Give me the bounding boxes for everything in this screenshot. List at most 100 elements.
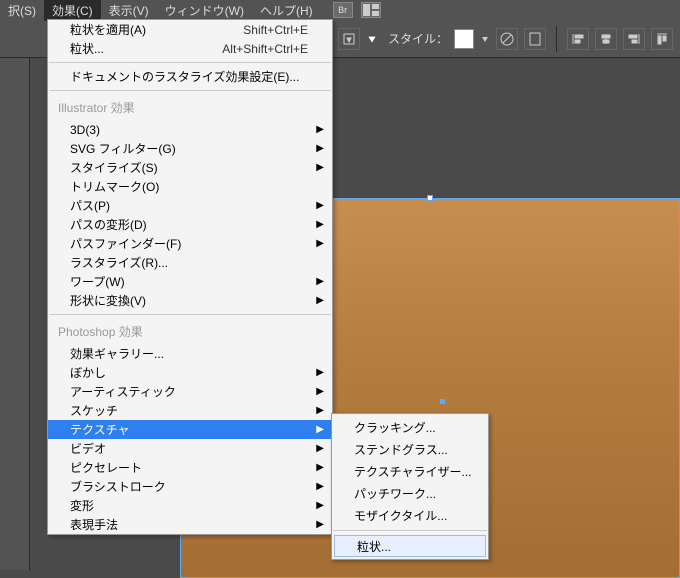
menu-window[interactable]: ウィンドウ(W): [157, 0, 252, 21]
menu-item-label: ワープ(W): [70, 273, 125, 290]
menu-shortcut: Alt+Shift+Ctrl+E: [222, 42, 308, 56]
menu-item-label: スケッチ: [70, 402, 118, 419]
illustrator-effects-header: Illustrator 効果: [48, 95, 332, 120]
menu-item-label: 効果ギャラリー...: [70, 345, 164, 362]
submenu-arrow-icon: ▶: [316, 386, 324, 397]
no-style-icon[interactable]: [496, 28, 518, 50]
texture-submenu-item[interactable]: 粒状...: [334, 535, 486, 557]
menu-item-label: ピクセレート: [70, 459, 142, 476]
menu-item-label: 粒状...: [357, 538, 391, 555]
submenu-arrow-icon: ▶: [316, 500, 324, 511]
menu-item-label: 形状に変換(V): [70, 292, 146, 309]
illustrator-item[interactable]: ワープ(W) ▶: [48, 272, 332, 291]
menu-item-label: ぼかし: [70, 364, 106, 381]
menu-item-label: テクスチャ: [70, 421, 130, 438]
texture-submenu-item[interactable]: モザイクタイル...: [332, 504, 488, 526]
menu-item-label: 表現手法: [70, 516, 118, 533]
doc-picker-icon[interactable]: [338, 28, 360, 50]
illustrator-item[interactable]: ラスタライズ(R)...: [48, 253, 332, 272]
menu-item-label: トリムマーク(O): [70, 178, 159, 195]
menu-item-label: ラスタライズ(R)...: [70, 254, 168, 271]
menu-item-label: パッチワーク...: [354, 485, 436, 502]
illustrator-item[interactable]: 形状に変換(V) ▶: [48, 291, 332, 310]
document-setup-icon[interactable]: [524, 28, 546, 50]
submenu-arrow-icon: ▶: [316, 295, 324, 306]
menu-item-label: ステンドグラス...: [354, 441, 448, 458]
submenu-arrow-icon: ▶: [316, 276, 324, 287]
menubar: 択(S) 効果(C) 表示(V) ウィンドウ(W) ヘルプ(H) Br: [0, 0, 680, 20]
style-label: スタイル：: [388, 30, 448, 47]
menu-separator: [49, 62, 331, 63]
dropdown-arrow-icon[interactable]: [480, 34, 490, 44]
illustrator-item[interactable]: 3D(3)▶: [48, 120, 332, 139]
submenu-arrow-icon: ▶: [316, 200, 324, 211]
illustrator-item[interactable]: スタイライズ(S) ▶: [48, 158, 332, 177]
submenu-arrow-icon: ▶: [316, 462, 324, 473]
photoshop-item[interactable]: ビデオ ▶: [48, 439, 332, 458]
texture-submenu: クラッキング... ステンドグラス... テクスチャライザー... パッチワーク...…: [331, 413, 489, 560]
texture-submenu-item[interactable]: テクスチャライザー...: [332, 460, 488, 482]
photoshop-item[interactable]: スケッチ▶: [48, 401, 332, 420]
photoshop-item[interactable]: ブラシストローク ▶: [48, 477, 332, 496]
menu-item-label: テクスチャライザー...: [354, 463, 472, 480]
selection-handle-top[interactable]: [427, 195, 433, 201]
photoshop-item[interactable]: 表現手法 ▶: [48, 515, 332, 534]
menu-shortcut: Shift+Ctrl+E: [243, 23, 308, 37]
menu-item-label: スタイライズ(S): [70, 159, 158, 176]
menu-view[interactable]: 表示(V): [101, 0, 157, 21]
menu-item-label: 粒状...: [70, 40, 104, 57]
left-tool-rail: [0, 58, 30, 570]
submenu-arrow-icon: ▶: [316, 124, 324, 135]
menu-raster-settings[interactable]: ドキュメントのラスタライズ効果設定(E)...: [48, 67, 332, 86]
menu-item-label: クラッキング...: [354, 419, 436, 436]
menu-item-label: 粒状を適用(A): [70, 21, 146, 38]
menu-help[interactable]: ヘルプ(H): [252, 0, 321, 21]
illustrator-item[interactable]: トリムマーク(O): [48, 177, 332, 196]
dropdown-arrow-icon[interactable]: [366, 33, 378, 45]
submenu-arrow-icon: ▶: [316, 481, 324, 492]
photoshop-item[interactable]: ぼかし ▶: [48, 363, 332, 382]
menu-item-label: アーティスティック: [70, 383, 176, 400]
photoshop-item[interactable]: アーティスティック ▶: [48, 382, 332, 401]
menu-item-label: ドキュメントのラスタライズ効果設定(E)...: [70, 68, 299, 85]
anchor-point[interactable]: [440, 399, 445, 404]
menu-separator: [49, 314, 331, 315]
illustrator-item[interactable]: パスの変形(D) ▶: [48, 215, 332, 234]
menu-item-label: ブラシストローク: [70, 478, 166, 495]
menu-item-label: パス(P): [70, 197, 110, 214]
menu-item-label: パスの変形(D): [70, 216, 147, 233]
illustrator-item[interactable]: パス(P) ▶: [48, 196, 332, 215]
submenu-arrow-icon: ▶: [316, 238, 324, 249]
arrange-docs-icon[interactable]: [361, 2, 381, 18]
texture-submenu-item[interactable]: クラッキング...: [332, 416, 488, 438]
align-center-h-icon[interactable]: [595, 28, 617, 50]
photoshop-item[interactable]: テクスチャ▶: [48, 420, 332, 439]
texture-submenu-item[interactable]: パッチワーク...: [332, 482, 488, 504]
menu-item-label: ビデオ: [70, 440, 106, 457]
menu-item-label: 変形: [70, 497, 94, 514]
submenu-arrow-icon: ▶: [316, 519, 324, 530]
submenu-arrow-icon: ▶: [316, 219, 324, 230]
photoshop-item[interactable]: 効果ギャラリー...: [48, 344, 332, 363]
submenu-arrow-icon: ▶: [316, 367, 324, 378]
menu-item-label: SVG フィルター(G): [70, 140, 176, 157]
submenu-arrow-icon: ▶: [316, 162, 324, 173]
align-right-icon[interactable]: [623, 28, 645, 50]
menu-apply-last[interactable]: 粒状を適用(A) Shift+Ctrl+E: [48, 20, 332, 39]
align-left-icon[interactable]: [567, 28, 589, 50]
menu-effect[interactable]: 効果(C): [44, 0, 101, 21]
illustrator-item[interactable]: SVG フィルター(G)▶: [48, 139, 332, 158]
photoshop-effects-header: Photoshop 効果: [48, 319, 332, 344]
align-top-icon[interactable]: [651, 28, 673, 50]
menu-separator: [333, 530, 487, 531]
submenu-arrow-icon: ▶: [316, 443, 324, 454]
menu-select[interactable]: 択(S): [0, 0, 44, 21]
menu-last-effect[interactable]: 粒状... Alt+Shift+Ctrl+E: [48, 39, 332, 58]
menu-item-label: パスファインダー(F): [70, 235, 181, 252]
style-swatch[interactable]: [454, 29, 474, 49]
texture-submenu-item[interactable]: ステンドグラス...: [332, 438, 488, 460]
illustrator-item[interactable]: パスファインダー(F) ▶: [48, 234, 332, 253]
bridge-icon[interactable]: Br: [333, 2, 353, 18]
photoshop-item[interactable]: 変形 ▶: [48, 496, 332, 515]
photoshop-item[interactable]: ピクセレート ▶: [48, 458, 332, 477]
